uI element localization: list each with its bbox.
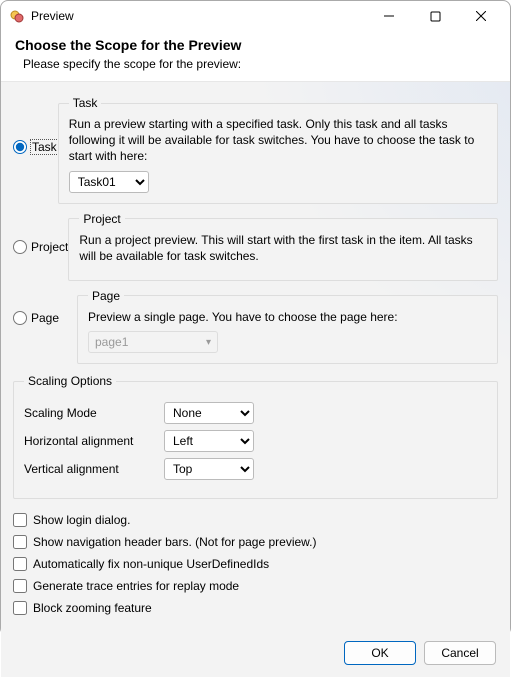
scaling-legend: Scaling Options <box>24 374 116 388</box>
scaling-mode-label: Scaling Mode <box>24 406 164 420</box>
ok-button[interactable]: OK <box>344 641 416 665</box>
scope-radio-project[interactable] <box>13 240 27 254</box>
check-trace[interactable] <box>13 579 27 593</box>
scope-group-task: Task Run a preview starting with a speci… <box>58 96 498 204</box>
page-select-value: page1 <box>95 335 128 349</box>
dialog-header: Choose the Scope for the Preview Please … <box>1 31 510 81</box>
scope-radio-task[interactable] <box>13 140 27 154</box>
check-row-trace[interactable]: Generate trace entries for replay mode <box>13 575 498 597</box>
scope-row-page: Page Page Preview a single page. You hav… <box>13 289 498 364</box>
scope-radio-project-label: Project <box>31 240 68 254</box>
check-nav[interactable] <box>13 535 27 549</box>
scope-radio-page-label: Page <box>31 311 59 325</box>
scope-legend-page: Page <box>88 289 124 303</box>
check-autofix[interactable] <box>13 557 27 571</box>
check-row-zoom[interactable]: Block zooming feature <box>13 597 498 619</box>
scaling-mode-select[interactable]: None <box>164 402 254 424</box>
scope-row-project: Project Project Run a project preview. T… <box>13 212 498 281</box>
dialog-title: Choose the Scope for the Preview <box>15 37 496 53</box>
close-button[interactable] <box>458 1 504 31</box>
minimize-button[interactable] <box>366 1 412 31</box>
dialog-subtitle: Please specify the scope for the preview… <box>23 57 496 71</box>
scope-group-page: Page Preview a single page. You have to … <box>77 289 498 364</box>
options-checklist: Show login dialog. Show navigation heade… <box>13 507 498 619</box>
title-bar: Preview <box>1 1 510 31</box>
check-autofix-label: Automatically fix non-unique UserDefined… <box>33 557 269 571</box>
dialog-footer: OK Cancel <box>1 631 510 677</box>
app-icon <box>9 8 25 24</box>
scope-legend-project: Project <box>79 212 124 226</box>
vertical-alignment-label: Vertical alignment <box>24 462 164 476</box>
scope-legend-task: Task <box>69 96 102 110</box>
check-row-login[interactable]: Show login dialog. <box>13 509 498 531</box>
check-trace-label: Generate trace entries for replay mode <box>33 579 239 593</box>
scope-row-task: Task Task Run a preview starting with a … <box>13 96 498 204</box>
scope-radio-page[interactable] <box>13 311 27 325</box>
scope-group-project: Project Run a project preview. This will… <box>68 212 498 281</box>
check-zoom-label: Block zooming feature <box>33 601 152 615</box>
page-select[interactable]: page1 ▾ <box>88 331 218 353</box>
check-login-label: Show login dialog. <box>33 513 130 527</box>
check-zoom[interactable] <box>13 601 27 615</box>
check-login[interactable] <box>13 513 27 527</box>
vertical-alignment-select[interactable]: Top <box>164 458 254 480</box>
cancel-button[interactable]: Cancel <box>424 641 496 665</box>
chevron-down-icon: ▾ <box>206 337 211 348</box>
scope-desc-page: Preview a single page. You have to choos… <box>88 309 487 325</box>
check-nav-label: Show navigation header bars. (Not for pa… <box>33 535 317 549</box>
scope-desc-task: Run a preview starting with a specified … <box>69 116 487 165</box>
horizontal-alignment-select[interactable]: Left <box>164 430 254 452</box>
maximize-button[interactable] <box>412 1 458 31</box>
horizontal-alignment-label: Horizontal alignment <box>24 434 164 448</box>
scope-desc-project: Run a project preview. This will start w… <box>79 232 487 264</box>
check-row-autofix[interactable]: Automatically fix non-unique UserDefined… <box>13 553 498 575</box>
window-title: Preview <box>31 9 74 23</box>
task-select[interactable]: Task01 <box>69 171 149 193</box>
dialog-body: Task Task Run a preview starting with a … <box>1 81 510 677</box>
check-row-nav[interactable]: Show navigation header bars. (Not for pa… <box>13 531 498 553</box>
scope-radio-task-label: Task <box>31 140 58 154</box>
scaling-options-group: Scaling Options Scaling Mode None Horizo… <box>13 374 498 499</box>
